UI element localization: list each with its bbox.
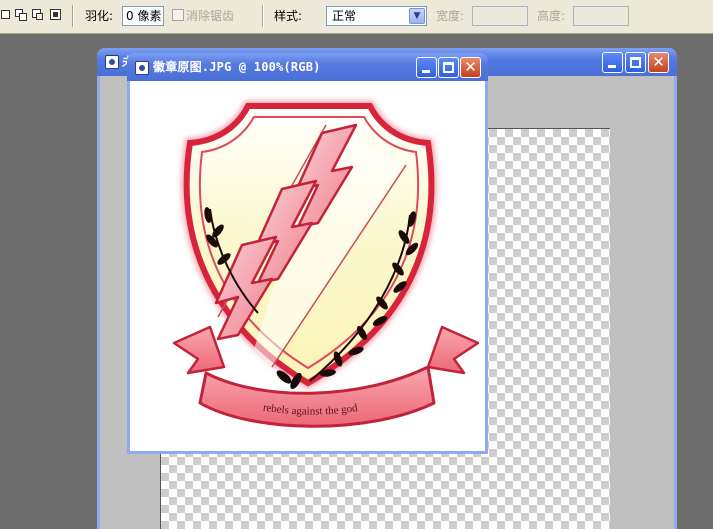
window-title: 徽章原图.JPG @ 100%(RGB) <box>153 60 321 74</box>
maximize-button[interactable] <box>438 57 459 78</box>
width-input[interactable] <box>472 6 528 26</box>
badge-illustration: rebels against the god <box>172 101 480 428</box>
ribbon-tail-right <box>426 325 480 375</box>
add-to-selection-icon[interactable] <box>15 8 29 22</box>
feather-input[interactable]: 0 像素 <box>122 6 164 26</box>
close-button[interactable]: ✕ <box>460 57 481 78</box>
document-window-badge[interactable]: 徽章原图.JPG @ 100%(RGB) ✕ rebels against th… <box>127 53 488 454</box>
height-label: 高度: <box>537 9 566 23</box>
feather-label: 羽化: <box>85 9 114 23</box>
toolbar-separator <box>262 5 264 27</box>
anti-alias-checkbox[interactable] <box>172 9 184 21</box>
minimize-button[interactable] <box>602 52 623 73</box>
intersect-selection-icon[interactable] <box>50 8 64 22</box>
close-icon: ✕ <box>464 58 477 76</box>
options-bar: 羽化: 0 像素 消除锯齿 样式: 正常 ▼ 宽度: 高度: <box>0 0 713 34</box>
subtract-from-selection-icon[interactable] <box>32 8 46 22</box>
style-dropdown[interactable]: 正常 ▼ <box>326 6 427 26</box>
toolbar-separator <box>72 5 74 27</box>
maximize-icon <box>443 62 454 73</box>
anti-alias-label: 消除锯齿 <box>186 9 235 23</box>
document-icon <box>105 55 119 69</box>
close-icon: ✕ <box>652 53 665 71</box>
minimize-icon <box>608 65 616 68</box>
style-dropdown-value: 正常 <box>332 9 357 23</box>
window-titlebar[interactable]: 徽章原图.JPG @ 100%(RGB) ✕ <box>127 53 488 81</box>
badge-image[interactable]: rebels against the god <box>130 81 485 451</box>
ribbon-tail-left <box>172 325 226 375</box>
width-label: 宽度: <box>436 9 465 23</box>
close-button[interactable]: ✕ <box>648 52 669 73</box>
document-icon <box>135 61 149 75</box>
minimize-button[interactable] <box>416 57 437 78</box>
height-input[interactable] <box>573 6 629 26</box>
style-label: 样式: <box>274 9 303 23</box>
maximize-icon <box>630 57 641 68</box>
maximize-button[interactable] <box>625 52 646 73</box>
minimize-icon <box>422 70 430 73</box>
new-selection-icon[interactable] <box>0 8 14 22</box>
chevron-down-icon[interactable]: ▼ <box>409 8 425 24</box>
